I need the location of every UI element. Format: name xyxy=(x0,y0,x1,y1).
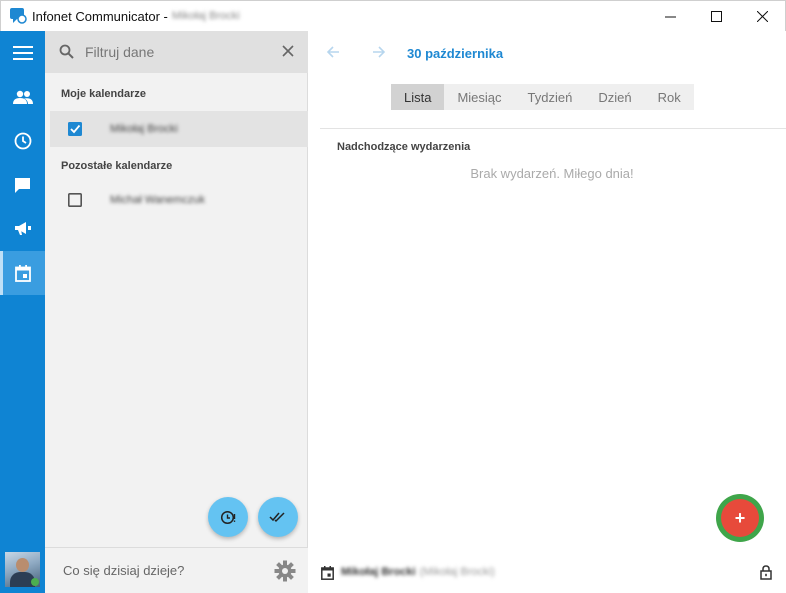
owner-detail: (Mikołaj Brocki) xyxy=(419,566,495,578)
window-title-user: Mikołaj Brocki xyxy=(171,10,240,22)
user-avatar[interactable] xyxy=(5,552,40,587)
mark-all-read-button[interactable] xyxy=(258,497,298,537)
owner-name: Mikołaj Brocki xyxy=(341,566,416,578)
rail-item-messages[interactable] xyxy=(0,163,45,207)
minimize-button[interactable] xyxy=(647,1,693,32)
status-bar xyxy=(45,547,308,593)
divider xyxy=(320,128,786,129)
calendars-panel: Moje kalendarze Mikołaj Brocki Pozostałe… xyxy=(45,31,308,593)
calendar-name: Michał Wanemczuk xyxy=(110,194,205,206)
minimize-icon xyxy=(664,16,676,18)
calendar-main: 30 października Lista Miesiąc Tydzień Dz… xyxy=(309,31,786,593)
search-bar xyxy=(45,31,308,73)
window-title: Infonet Communicator - xyxy=(32,8,168,24)
tab-week[interactable]: Tydzień xyxy=(515,84,586,110)
double-check-icon xyxy=(269,512,285,523)
hamburger-icon xyxy=(12,46,33,60)
calendar-row-other[interactable]: Michał Wanemczuk xyxy=(50,182,308,218)
arrow-right-icon[interactable] xyxy=(372,45,386,59)
people-icon xyxy=(12,90,33,104)
navigation-rail xyxy=(0,31,45,593)
tab-month[interactable]: Miesiąc xyxy=(444,84,514,110)
online-status-indicator xyxy=(31,578,39,586)
megaphone-icon xyxy=(14,222,31,235)
status-input[interactable] xyxy=(63,563,263,578)
empty-events-message: Brak wydarzeń. Miłego dnia! xyxy=(470,166,634,181)
arrow-left-icon[interactable] xyxy=(326,45,340,59)
tab-year[interactable]: Rok xyxy=(645,84,694,110)
tab-day[interactable]: Dzień xyxy=(585,84,644,110)
maximize-icon xyxy=(710,11,722,22)
calendar-name: Mikołaj Brocki xyxy=(110,123,178,135)
menu-button[interactable] xyxy=(0,31,45,75)
checkbox-unchecked-icon[interactable] xyxy=(68,193,82,207)
rail-item-contacts[interactable] xyxy=(0,75,45,119)
clock-icon xyxy=(14,132,31,150)
title-bar: Infonet Communicator - Mikołaj Brocki xyxy=(0,0,786,31)
lock-icon[interactable] xyxy=(760,565,772,580)
current-date-title: 30 października xyxy=(407,46,504,61)
rail-item-announcements[interactable] xyxy=(0,207,45,251)
rail-item-history[interactable] xyxy=(0,119,45,163)
checkbox-checked-icon[interactable] xyxy=(68,122,82,136)
maximize-button[interactable] xyxy=(693,1,739,32)
search-input[interactable] xyxy=(85,42,275,62)
alarm-icon xyxy=(220,510,236,525)
search-icon xyxy=(59,44,74,59)
view-tabs: Lista Miesiąc Tydzień Dzień Rok xyxy=(391,84,694,110)
other-calendars-title: Pozostałe kalendarze xyxy=(61,160,173,172)
clear-search-icon[interactable] xyxy=(282,45,294,57)
app-logo-icon xyxy=(10,8,27,24)
rail-item-calendar[interactable] xyxy=(0,251,45,295)
calendar-icon xyxy=(321,566,334,580)
chat-icon xyxy=(15,177,30,193)
tab-list[interactable]: Lista xyxy=(391,84,445,110)
close-button[interactable] xyxy=(739,1,785,32)
gear-icon[interactable] xyxy=(274,560,296,582)
add-event-button-ring: + xyxy=(716,494,764,542)
calendar-icon xyxy=(14,264,31,282)
add-event-button[interactable]: + xyxy=(721,499,759,537)
upcoming-events-title: Nadchodzące wydarzenia xyxy=(337,141,471,153)
reminder-button[interactable] xyxy=(208,497,248,537)
close-icon xyxy=(756,11,768,22)
current-calendar-owner: Mikołaj Brocki (Mikołaj Brocki) xyxy=(341,566,495,578)
calendar-row-own[interactable]: Mikołaj Brocki xyxy=(50,111,308,147)
my-calendars-title: Moje kalendarze xyxy=(61,88,146,100)
